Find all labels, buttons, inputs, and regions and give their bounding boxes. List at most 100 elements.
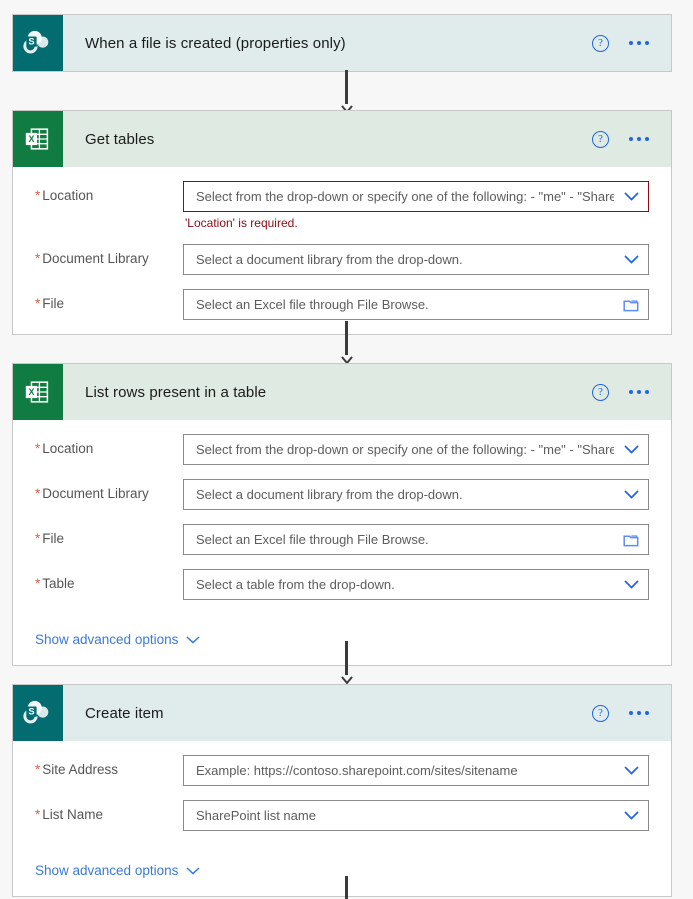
field-label: * Document Library	[35, 486, 149, 501]
field-location: * Location Select from the drop-down or s…	[13, 181, 671, 230]
card-header[interactable]: X List rows present in a table ?	[13, 364, 671, 420]
file-input-value: Select an Excel file through File Browse…	[196, 297, 429, 312]
field-label: * File	[35, 531, 65, 546]
chevron-down-icon[interactable]	[614, 182, 648, 211]
required-asterisk: *	[35, 762, 41, 777]
document-library-input-value: Select a document library from the drop-…	[196, 487, 463, 502]
document-library-input-value: Select a document library from the drop-…	[196, 252, 463, 267]
required-asterisk: *	[35, 296, 41, 311]
svg-text:X: X	[28, 387, 34, 397]
card-header[interactable]: S Create item ?	[13, 685, 671, 741]
list-name-input[interactable]: SharePoint list name	[183, 800, 649, 831]
required-asterisk: *	[35, 486, 41, 501]
site-address-input[interactable]: Example: https://contoso.sharepoint.com/…	[183, 755, 649, 786]
card-title: When a file is created (properties only)	[85, 34, 346, 52]
field-document-library: * Document Library Select a document libr…	[13, 479, 671, 510]
field-label: * Location	[35, 441, 94, 456]
field-site-address: * Site Address Example: https://contoso.s…	[13, 755, 671, 786]
site-address-input-value: Example: https://contoso.sharepoint.com/…	[196, 763, 518, 778]
show-advanced-options-link[interactable]: Show advanced options	[35, 632, 200, 647]
table-input[interactable]: Select a table from the drop-down.	[183, 569, 649, 600]
svg-text:X: X	[28, 134, 34, 144]
more-options-icon[interactable]	[629, 711, 649, 715]
card-title: Create item	[85, 704, 164, 722]
location-input[interactable]: Select from the drop-down or specify one…	[183, 181, 649, 212]
help-icon[interactable]: ?	[592, 34, 609, 52]
field-label: * Document Library	[35, 251, 149, 266]
field-label: * Table	[35, 576, 75, 591]
required-asterisk: *	[35, 251, 41, 266]
flow-card-list-rows[interactable]: X List rows present in a table ? * Locati…	[12, 363, 672, 666]
field-label: * File	[35, 296, 65, 311]
location-input[interactable]: Select from the drop-down or specify one…	[183, 434, 649, 465]
flow-designer-canvas: S When a file is created (properties onl…	[0, 0, 693, 899]
card-title: List rows present in a table	[85, 383, 267, 401]
card-body: * Site Address Example: https://contoso.s…	[13, 741, 671, 896]
required-asterisk: *	[35, 576, 41, 591]
file-input[interactable]: Select an Excel file through File Browse…	[183, 524, 649, 555]
excel-icon: X	[13, 111, 63, 167]
location-input-value: Select from the drop-down or specify one…	[196, 442, 614, 457]
card-header[interactable]: X Get tables ?	[13, 111, 671, 167]
sharepoint-icon: S	[13, 15, 63, 71]
field-file: * File Select an Excel file through File …	[13, 289, 671, 320]
show-advanced-options-link[interactable]: Show advanced options	[35, 863, 200, 878]
required-asterisk: *	[35, 441, 41, 456]
help-icon[interactable]: ?	[592, 383, 609, 401]
card-header-actions: ?	[592, 34, 671, 52]
required-asterisk: *	[35, 807, 41, 822]
list-name-input-value: SharePoint list name	[196, 808, 316, 823]
field-location: * Location Select from the drop-down or s…	[13, 434, 671, 465]
location-error-message: 'Location' is required.	[185, 216, 298, 230]
more-options-icon[interactable]	[629, 41, 649, 45]
connector-arrow	[341, 321, 353, 367]
card-title: Get tables	[85, 130, 155, 148]
chevron-down-icon[interactable]	[614, 480, 648, 509]
document-library-input[interactable]: Select a document library from the drop-…	[183, 479, 649, 510]
flow-card-trigger[interactable]: S When a file is created (properties onl…	[12, 14, 672, 72]
card-body: * Location Select from the drop-down or s…	[13, 420, 671, 665]
field-list-name: * List Name SharePoint list name	[13, 800, 671, 831]
field-label: * List Name	[35, 807, 104, 822]
flow-card-create-item[interactable]: S Create item ? * Site Address Example: h…	[12, 684, 672, 897]
help-icon[interactable]: ?	[592, 130, 609, 148]
excel-icon: X	[13, 364, 63, 420]
folder-browse-icon[interactable]	[614, 525, 648, 554]
connector-arrow-trailing	[341, 876, 353, 899]
connector-arrow	[341, 641, 353, 687]
chevron-down-icon	[186, 635, 200, 644]
chevron-down-icon[interactable]	[614, 435, 648, 464]
sharepoint-icon: S	[13, 685, 63, 741]
table-input-value: Select a table from the drop-down.	[196, 577, 395, 592]
flow-card-get-tables[interactable]: X Get tables ? * Location Select from the…	[12, 110, 672, 335]
location-input-value: Select from the drop-down or specify one…	[196, 189, 614, 204]
card-header-actions: ?	[592, 383, 671, 401]
chevron-down-icon	[186, 866, 200, 875]
field-file: * File Select an Excel file through File …	[13, 524, 671, 555]
field-table: * Table Select a table from the drop-down…	[13, 569, 671, 600]
document-library-input[interactable]: Select a document library from the drop-…	[183, 244, 649, 275]
card-header[interactable]: S When a file is created (properties onl…	[13, 15, 671, 71]
help-icon[interactable]: ?	[592, 704, 609, 722]
required-asterisk: *	[35, 188, 41, 203]
show-advanced-options-label: Show advanced options	[35, 632, 179, 647]
more-options-icon[interactable]	[629, 137, 649, 141]
chevron-down-icon[interactable]	[614, 570, 648, 599]
file-input[interactable]: Select an Excel file through File Browse…	[183, 289, 649, 320]
field-label: * Site Address	[35, 762, 119, 777]
card-body: * Location Select from the drop-down or s…	[13, 167, 671, 334]
svg-text:S: S	[28, 37, 34, 47]
svg-text:S: S	[28, 707, 34, 717]
card-header-actions: ?	[592, 704, 671, 722]
chevron-down-icon[interactable]	[614, 801, 648, 830]
more-options-icon[interactable]	[629, 390, 649, 394]
folder-browse-icon[interactable]	[614, 290, 648, 319]
chevron-down-icon[interactable]	[614, 756, 648, 785]
card-header-actions: ?	[592, 130, 671, 148]
required-asterisk: *	[35, 531, 41, 546]
show-advanced-options-label: Show advanced options	[35, 863, 179, 878]
field-label: * Location	[35, 188, 94, 203]
chevron-down-icon[interactable]	[614, 245, 648, 274]
field-document-library: * Document Library Select a document libr…	[13, 244, 671, 275]
file-input-value: Select an Excel file through File Browse…	[196, 532, 429, 547]
